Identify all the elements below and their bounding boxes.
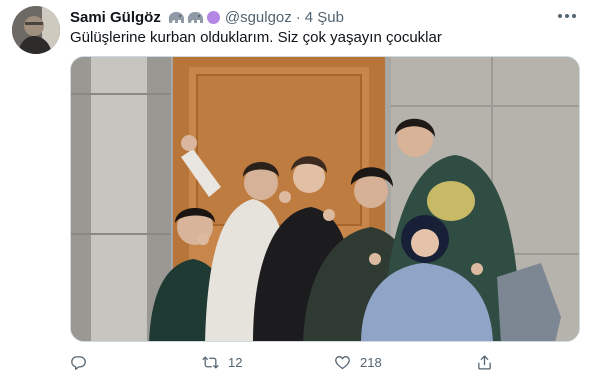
elephant-icon (187, 12, 203, 23)
tweet-header: Sami Gülgöz @sgulgoz · 4 Şub (70, 7, 344, 27)
reply-icon (71, 355, 86, 370)
user-handle[interactable]: @sgulgoz (225, 9, 292, 26)
like-count: 218 (360, 354, 382, 370)
elephant-icon (168, 12, 184, 23)
share-icon (478, 354, 491, 370)
like-button[interactable]: 218 (334, 352, 382, 372)
more-dot-icon (565, 14, 569, 18)
reply-button[interactable] (70, 352, 96, 372)
share-button[interactable] (476, 352, 502, 372)
tweet-timestamp[interactable]: 4 Şub (305, 9, 344, 26)
name-emojis (167, 10, 220, 24)
retweet-icon (202, 356, 219, 368)
more-dot-icon (558, 14, 562, 18)
group-photo-image (71, 57, 579, 341)
header-separator: · (295, 8, 301, 26)
more-options-button[interactable] (555, 6, 579, 26)
tweet-actions: 12 218 (70, 352, 510, 372)
more-dot-icon (572, 14, 576, 18)
tweet[interactable]: Sami Gülgöz @sgulgoz · 4 Şub Gülüşlerine… (0, 0, 589, 380)
display-name[interactable]: Sami Gülgöz (70, 9, 161, 26)
heart-icon (335, 355, 350, 369)
avatar[interactable] (12, 6, 60, 54)
purple-circle-icon (206, 10, 220, 24)
retweet-count: 12 (228, 354, 243, 370)
retweet-button[interactable]: 12 (202, 352, 242, 372)
tweet-text: Gülüşlerine kurban olduklarım. Siz çok y… (70, 29, 442, 46)
tweet-photo[interactable] (70, 56, 580, 342)
